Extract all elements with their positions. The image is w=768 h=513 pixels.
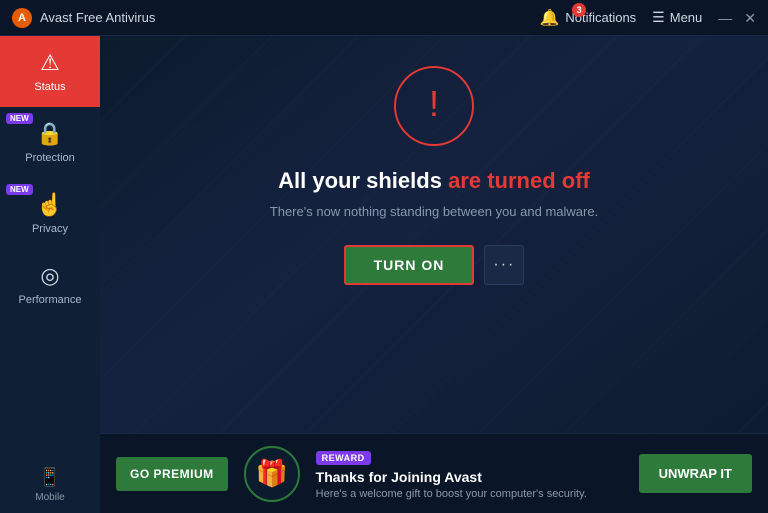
banner-text: REWARD Thanks for Joining Avast Here's a… bbox=[316, 448, 623, 500]
bottom-banner: GO PREMIUM 🎁 REWARD Thanks for Joining A… bbox=[100, 433, 768, 513]
sidebar-label-privacy: Privacy bbox=[32, 223, 68, 235]
minimize-button[interactable]: — bbox=[718, 11, 732, 25]
titlebar: A Avast Free Antivirus 3 🔔 Notifications… bbox=[0, 0, 768, 36]
headline: All your shields are turned off bbox=[278, 168, 590, 194]
menu-label: Menu bbox=[670, 10, 703, 25]
app-title: Avast Free Antivirus bbox=[40, 10, 155, 25]
bell-icon: 🔔 bbox=[539, 8, 559, 28]
new-badge-protection: NEW bbox=[6, 113, 33, 124]
status-icon: ⚠ bbox=[40, 50, 60, 76]
protection-icon: 🔒 bbox=[36, 121, 63, 147]
notifications-button[interactable]: 3 🔔 Notifications bbox=[539, 8, 636, 28]
performance-icon: ◎ bbox=[40, 263, 59, 289]
mobile-icon: 📱 bbox=[39, 467, 61, 488]
turn-on-button[interactable]: TURN ON bbox=[344, 245, 475, 285]
more-options-button[interactable]: ··· bbox=[484, 245, 524, 285]
new-badge-privacy: NEW bbox=[6, 184, 33, 195]
sidebar: ⚠ Status NEW 🔒 Protection NEW ☝ Privacy … bbox=[0, 36, 100, 513]
sidebar-label-protection: Protection bbox=[25, 152, 75, 164]
window-controls: — ✕ bbox=[718, 11, 756, 25]
warning-icon: ! bbox=[429, 86, 439, 122]
gift-icon: 🎁 bbox=[255, 458, 287, 489]
gift-icon-wrap: 🎁 bbox=[244, 446, 300, 502]
sidebar-item-protection[interactable]: NEW 🔒 Protection bbox=[0, 107, 100, 178]
sidebar-item-performance[interactable]: ◎ Performance bbox=[0, 249, 100, 320]
app-icon: A bbox=[12, 8, 32, 28]
banner-subtitle: Here's a welcome gift to boost your comp… bbox=[316, 488, 623, 500]
menu-icon: ☰ bbox=[652, 9, 665, 26]
sidebar-bottom: 📱 Mobile bbox=[0, 457, 100, 513]
sidebar-item-status[interactable]: ⚠ Status bbox=[0, 36, 100, 107]
privacy-icon: ☝ bbox=[36, 192, 63, 218]
sidebar-item-mobile[interactable]: 📱 Mobile bbox=[0, 457, 100, 513]
sidebar-label-mobile: Mobile bbox=[35, 492, 64, 503]
menu-button[interactable]: ☰ Menu bbox=[652, 9, 702, 26]
go-premium-button[interactable]: GO PREMIUM bbox=[116, 457, 228, 491]
main-content: ! All your shields are turned off There'… bbox=[100, 36, 768, 513]
banner-title: Thanks for Joining Avast bbox=[316, 469, 623, 485]
sidebar-label-status: Status bbox=[34, 81, 65, 93]
titlebar-right: 3 🔔 Notifications ☰ Menu — ✕ bbox=[539, 8, 756, 28]
headline-part2: are turned off bbox=[448, 168, 590, 193]
titlebar-left: A Avast Free Antivirus bbox=[12, 8, 155, 28]
action-row: TURN ON ··· bbox=[344, 245, 525, 285]
subtext: There's now nothing standing between you… bbox=[270, 204, 598, 219]
reward-badge: REWARD bbox=[316, 451, 371, 465]
sidebar-item-privacy[interactable]: NEW ☝ Privacy bbox=[0, 178, 100, 249]
headline-part1: All your shields bbox=[278, 168, 448, 193]
warning-circle: ! bbox=[394, 66, 474, 146]
sidebar-label-performance: Performance bbox=[19, 294, 82, 306]
notification-badge: 3 bbox=[572, 3, 586, 17]
close-button[interactable]: ✕ bbox=[744, 11, 756, 25]
main-layout: ⚠ Status NEW 🔒 Protection NEW ☝ Privacy … bbox=[0, 36, 768, 513]
unwrap-button[interactable]: UNWRAP IT bbox=[639, 454, 752, 493]
